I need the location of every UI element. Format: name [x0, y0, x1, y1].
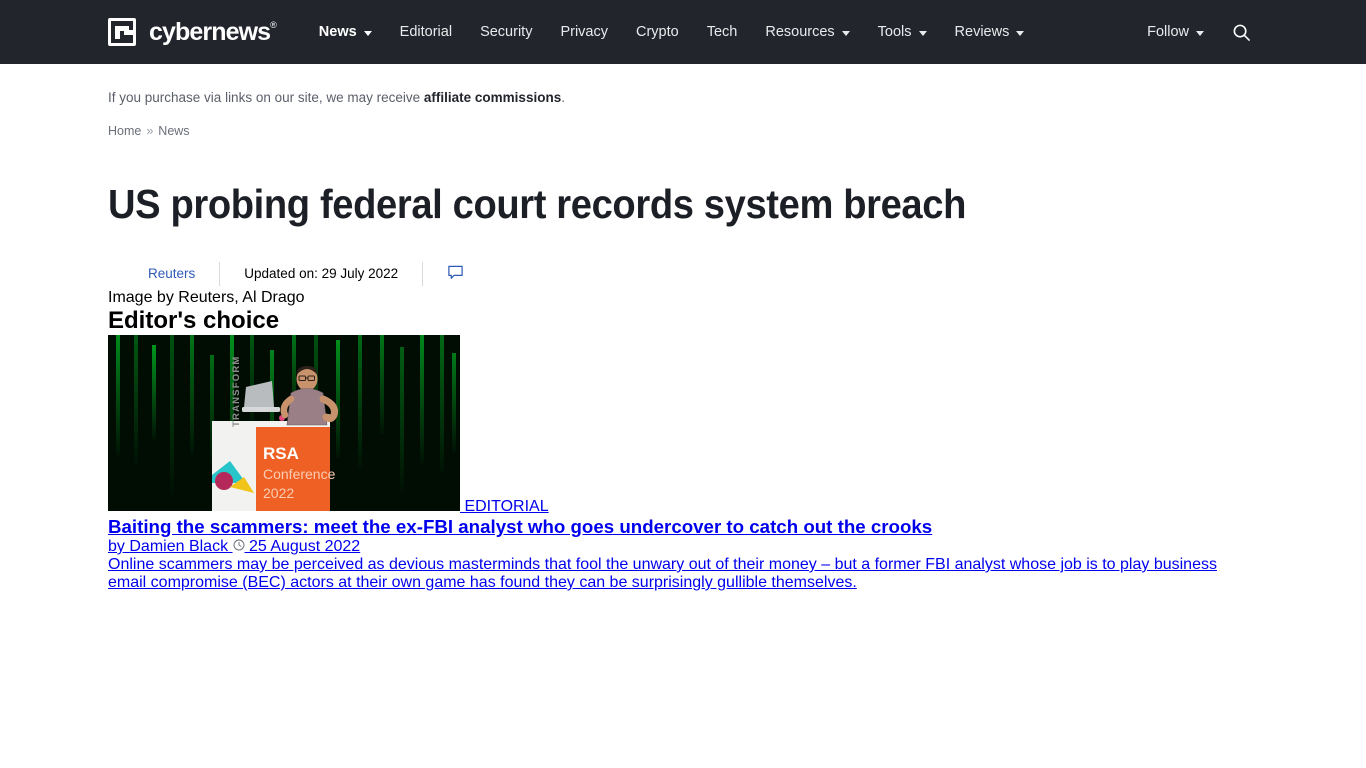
sidebar: Editor's choice RSA Conference 2022 TRAN… [108, 307, 1258, 592]
byline-updated-date: Updated on: 29 July 2022 [244, 266, 399, 282]
nav-item-editorial[interactable]: Editorial [386, 0, 466, 64]
chevron-down-icon [918, 30, 927, 36]
comment-bubble-icon [448, 265, 463, 279]
registered-mark: ® [270, 20, 277, 31]
breadcrumb-item-news[interactable]: News [158, 124, 189, 138]
main-navigation: News Editorial Security Privacy Crypto T… [305, 0, 1039, 64]
search-icon [1233, 24, 1250, 41]
comment-button[interactable] [447, 264, 464, 284]
nav-item-crypto[interactable]: Crypto [622, 0, 693, 64]
brand-name: cybernews [149, 17, 271, 46]
cybernews-logo-icon [108, 18, 136, 46]
status-badge: EDITORIAL [464, 497, 549, 515]
header-right-group: Follow [1133, 0, 1258, 64]
page-title: US probing federal court records system … [108, 180, 967, 227]
avatar [108, 258, 138, 289]
follow-label: Follow [1147, 24, 1189, 40]
affiliate-text-after: . [561, 90, 565, 105]
article-column: Image by Reuters, Al Drago [108, 289, 1258, 307]
byline-divider [422, 261, 424, 286]
nav-label: Privacy [560, 24, 608, 40]
clock-icon [233, 538, 249, 555]
nav-label: Editorial [399, 24, 453, 40]
follow-menu[interactable]: Follow [1133, 0, 1218, 64]
editors-choice-card[interactable]: RSA Conference 2022 TRANSFORM EDITORIAL … [108, 314, 1258, 592]
nav-item-news[interactable]: News [305, 0, 386, 64]
chevron-down-icon [841, 30, 850, 36]
svg-text:Conference: Conference [263, 466, 336, 482]
affiliate-disclosure: If you purchase via links on our site, w… [108, 64, 1258, 108]
nav-item-privacy[interactable]: Privacy [546, 0, 622, 64]
brand-wordmark: cybernews® [149, 17, 277, 46]
chevron-down-icon [1196, 30, 1204, 36]
chevron-down-icon [363, 30, 372, 36]
editors-choice-thumbnail: RSA Conference 2022 TRANSFORM EDITORIAL [108, 314, 1258, 516]
nav-item-tools[interactable]: Tools [864, 0, 941, 64]
svg-text:TRANSFORM: TRANSFORM [231, 355, 242, 427]
editors-choice-title: Baiting the scammers: meet the ex-FBI an… [108, 515, 933, 537]
byline-divider [219, 261, 221, 286]
breadcrumb-item-home[interactable]: Home [108, 124, 141, 138]
by-label: by [108, 537, 125, 555]
affiliate-text-before: If you purchase via links on our site, w… [108, 90, 424, 105]
chevron-down-icon [1016, 30, 1025, 36]
editors-choice-excerpt: Online scammers may be perceived as devi… [108, 555, 1217, 591]
article-byline: Reuters Updated on: 29 July 2022 [108, 258, 1258, 289]
nav-label: Reviews [954, 24, 1010, 40]
nav-item-resources[interactable]: Resources [751, 0, 863, 64]
affiliate-commissions-emphasis: affiliate commissions [423, 90, 562, 105]
nav-label: Crypto [636, 24, 679, 40]
article-hero-caption: Image by Reuters, Al Drago [108, 288, 305, 306]
editors-choice-date: 25 August 2022 [248, 537, 361, 555]
editors-choice-author: Damien Black [129, 537, 229, 555]
svg-text:2022: 2022 [263, 485, 294, 501]
svg-text:RSA: RSA [263, 444, 299, 463]
editors-choice-meta: by Damien Black 25 August 2022 [108, 538, 1258, 556]
nav-label: Resources [765, 24, 835, 40]
breadcrumb: Home » News [108, 108, 1258, 138]
nav-label: Security [480, 24, 533, 40]
nav-label: Tech [706, 24, 738, 40]
page-container: If you purchase via links on our site, w… [0, 64, 1366, 592]
nav-label: Tools [877, 24, 912, 40]
sidebar-heading-editors-choice: Editor's choice [108, 306, 280, 334]
breadcrumb-separator-icon: » [146, 123, 154, 138]
nav-item-reviews[interactable]: Reviews [941, 0, 1039, 64]
nav-item-security[interactable]: Security [466, 0, 546, 64]
search-button[interactable] [1224, 15, 1258, 49]
site-header: cybernews® News Editorial Security Priva… [0, 0, 1366, 64]
content-grid: Image by Reuters, Al Drago Editor's choi… [108, 289, 1258, 592]
rsa-conference-photo: RSA Conference 2022 TRANSFORM [108, 314, 460, 511]
nav-label: News [318, 24, 357, 40]
byline-author-link[interactable]: Reuters [148, 266, 195, 281]
brand-logo-link[interactable]: cybernews® [108, 18, 277, 46]
nav-item-tech[interactable]: Tech [693, 0, 752, 64]
